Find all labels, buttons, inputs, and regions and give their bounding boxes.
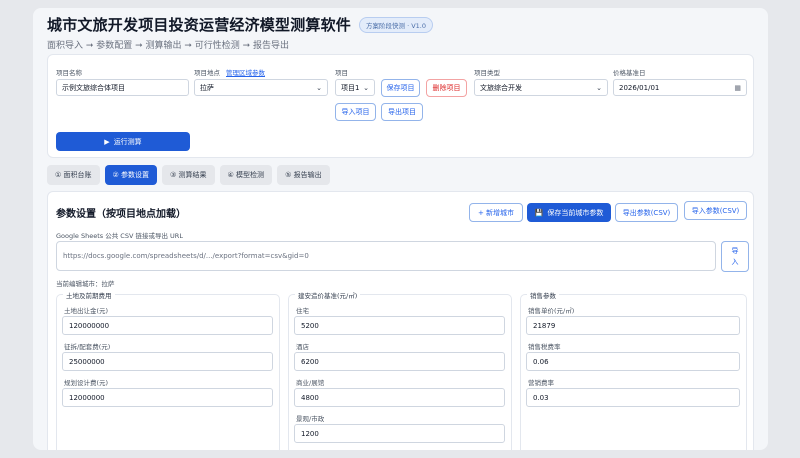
import-sheets-label-1: 导 <box>731 246 739 255</box>
marketing-rate-label: 营销费率 <box>528 379 554 387</box>
tab-area-ledger[interactable]: ① 面积台账 <box>47 165 100 185</box>
demolition-fee-input[interactable]: 25000000 <box>62 352 273 371</box>
project-location-select[interactable]: 拉萨 ⌄ <box>194 79 328 96</box>
import-sheets-label-2: 入 <box>731 257 739 266</box>
sales-tax-rate-value: 0.06 <box>533 357 549 366</box>
save-icon: 💾 <box>534 208 544 217</box>
main-tabs: ① 面积台账 ② 参数设置 ③ 测算结果 ④ 模型检测 ⑤ 报告输出 <box>47 165 330 185</box>
chevron-down-icon: ⌄ <box>363 83 369 92</box>
import-params-csv-button[interactable]: 导入参数(CSV) <box>684 201 747 220</box>
save-project-button[interactable]: 保存项目 <box>381 79 420 97</box>
price-date-label: 价格基准日 <box>613 69 646 77</box>
residential-cost-input[interactable]: 5200 <box>294 316 505 335</box>
price-date-input[interactable]: 2026/01/01 ▦ <box>613 79 747 96</box>
construction-cost-group-title: 建安造价基准(元/㎡) <box>295 290 361 300</box>
commercial-cost-label: 商业/展馆 <box>296 379 325 387</box>
construction-cost-group: 建安造价基准(元/㎡) 住宅 5200 酒店 6200 商业/展馆 4800 景… <box>288 290 512 450</box>
calendar-icon[interactable]: ▦ <box>734 84 741 92</box>
chevron-down-icon: ⌄ <box>596 83 602 92</box>
project-selector-label: 项目 <box>335 69 348 77</box>
project-type-label: 项目类型 <box>474 69 500 77</box>
sheets-url-placeholder: https://docs.google.com/spreadsheets/d/.… <box>63 252 309 260</box>
planning-design-fee-value: 12000000 <box>69 393 105 402</box>
project-type-select[interactable]: 文旅综合开发 ⌄ <box>474 79 608 96</box>
planning-design-fee-input[interactable]: 12000000 <box>62 388 273 407</box>
sheets-url-input[interactable]: https://docs.google.com/spreadsheets/d/.… <box>56 241 716 271</box>
section-title: 参数设置（按项目地点加载） <box>56 209 186 220</box>
commercial-cost-value: 4800 <box>301 393 319 402</box>
sales-params-group-title: 销售参数 <box>527 290 559 300</box>
manage-region-params-link[interactable]: 管理区域参数 <box>226 69 265 77</box>
sales-price-value: 21879 <box>533 321 556 330</box>
hotel-cost-label: 酒店 <box>296 343 309 351</box>
app-title: 城市文旅开发项目投资运营经济模型测算软件 <box>47 16 352 34</box>
export-params-csv-button[interactable]: 导出参数(CSV) <box>615 203 678 222</box>
current-city-label: 当前编辑城市：拉萨 <box>56 280 115 288</box>
version-badge: 方案阶段快测 · V1.0 <box>359 16 433 33</box>
app-window: 城市文旅开发项目投资运营经济模型测算软件 方案阶段快测 · V1.0 面积导入 … <box>33 8 768 450</box>
sales-tax-rate-input[interactable]: 0.06 <box>526 352 740 371</box>
residential-cost-label: 住宅 <box>296 307 309 315</box>
add-city-button[interactable]: + 新增城市 <box>469 203 523 222</box>
project-name-input[interactable]: 示例文旅综合体项目 <box>56 79 189 96</box>
project-location-value: 拉萨 <box>200 83 214 92</box>
project-location-label-text: 项目地点 <box>194 69 220 77</box>
import-sheets-button[interactable]: 导 入 <box>721 241 749 272</box>
export-project-button[interactable]: 导出项目 <box>381 103 423 121</box>
project-type-value: 文旅综合开发 <box>480 83 522 92</box>
chevron-down-icon: ⌄ <box>316 83 322 92</box>
marketing-rate-input[interactable]: 0.03 <box>526 388 740 407</box>
save-city-params-label: 保存当前城市参数 <box>547 208 604 217</box>
sales-price-input[interactable]: 21879 <box>526 316 740 335</box>
project-selector[interactable]: 项目1 ⌄ <box>335 79 375 96</box>
sales-params-group: 销售参数 销售单价(元/㎡) 21879 销售税费率 0.06 营销费率 0.0… <box>520 290 747 450</box>
land-fees-group-title: 土地及前期费用 <box>63 290 115 300</box>
land-transfer-fee-input[interactable]: 120000000 <box>62 316 273 335</box>
run-calculation-label: 运行测算 <box>113 137 142 146</box>
project-selector-value: 项目1 <box>341 83 360 92</box>
workflow-breadcrumb: 面积导入 ➞ 参数配置 ➞ 测算输出 ➞ 可行性检测 ➞ 报告导出 <box>47 41 290 51</box>
residential-cost-value: 5200 <box>301 321 319 330</box>
project-name-label: 项目名称 <box>56 69 82 77</box>
project-location-label: 项目地点 管理区域参数 <box>194 67 265 77</box>
land-transfer-fee-label: 土地出让金(元) <box>64 307 109 315</box>
sales-tax-rate-label: 销售税费率 <box>528 343 561 351</box>
land-fees-group: 土地及前期费用 土地出让金(元) 120000000 征拆/配套费(元) 250… <box>56 290 280 450</box>
landscape-cost-value: 1200 <box>301 429 319 438</box>
marketing-rate-value: 0.03 <box>533 393 549 402</box>
save-city-params-button[interactable]: 💾 保存当前城市参数 <box>527 203 611 222</box>
price-date-value: 2026/01/01 <box>619 83 660 92</box>
hotel-cost-value: 6200 <box>301 357 319 366</box>
landscape-cost-input[interactable]: 1200 <box>294 424 505 443</box>
app-header: 城市文旅开发项目投资运营经济模型测算软件 方案阶段快测 · V1.0 面积导入 … <box>47 14 754 51</box>
play-icon: ▶ <box>104 137 110 146</box>
sales-price-label: 销售单价(元/㎡) <box>528 307 575 315</box>
commercial-cost-input[interactable]: 4800 <box>294 388 505 407</box>
project-card: 项目名称 示例文旅综合体项目 项目地点 管理区域参数 拉萨 ⌄ 项目 项目1 ⌄ … <box>47 54 754 158</box>
tab-model-check[interactable]: ④ 模型检测 <box>219 165 273 185</box>
tab-report-output[interactable]: ⑤ 报告输出 <box>277 165 330 185</box>
demolition-fee-value: 25000000 <box>69 357 105 366</box>
tab-calculation-results[interactable]: ③ 测算结果 <box>162 165 215 185</box>
tab-parameter-settings[interactable]: ② 参数设置 <box>104 165 158 185</box>
hotel-cost-input[interactable]: 6200 <box>294 352 505 371</box>
demolition-fee-label: 征拆/配套费(元) <box>64 343 111 351</box>
sheets-url-label: Google Sheets 公共 CSV 链接或导出 URL <box>56 232 183 240</box>
import-project-button[interactable]: 导入项目 <box>335 103 376 121</box>
delete-project-button[interactable]: 删除项目 <box>426 79 467 97</box>
project-name-value: 示例文旅综合体项目 <box>62 83 125 92</box>
run-calculation-button[interactable]: ▶ 运行测算 <box>56 132 190 151</box>
parameter-settings-card: 参数设置（按项目地点加载） + 新增城市 💾 保存当前城市参数 导出参数(CSV… <box>47 191 754 450</box>
planning-design-fee-label: 规划设计费(元) <box>64 379 109 387</box>
land-transfer-fee-value: 120000000 <box>69 321 110 330</box>
landscape-cost-label: 景观/市政 <box>296 415 325 423</box>
